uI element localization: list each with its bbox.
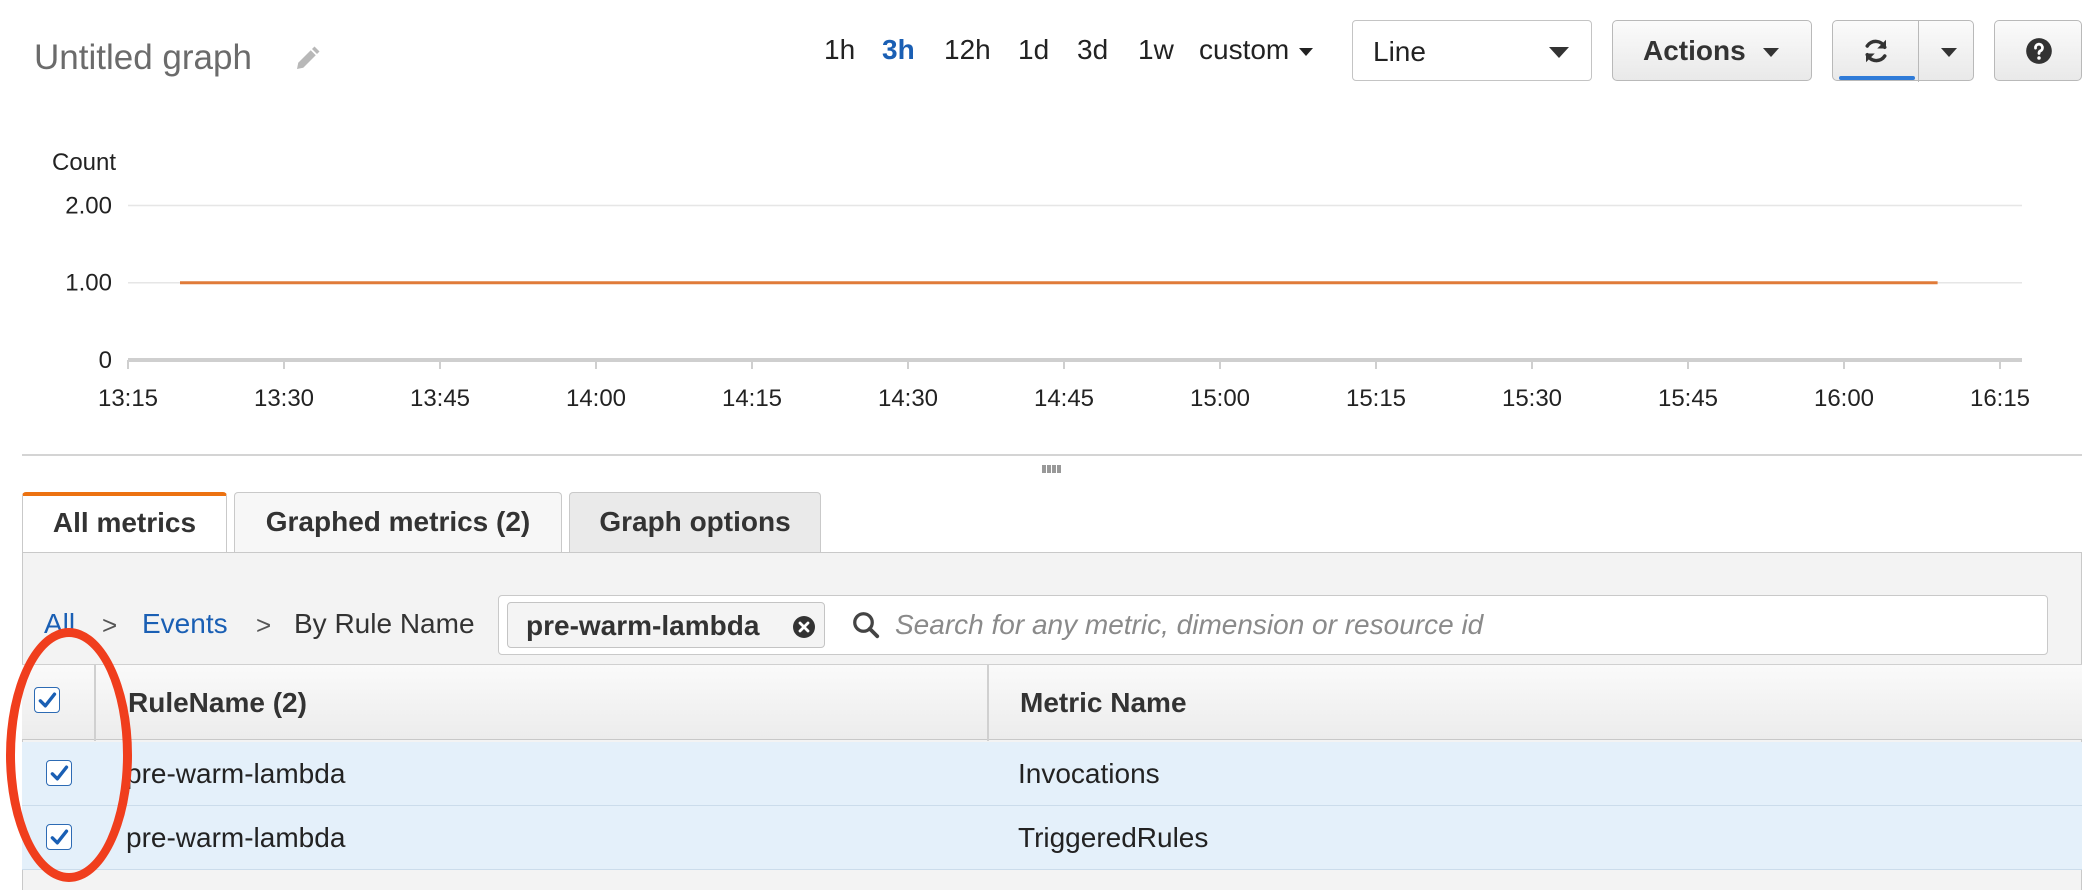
panel-splitter[interactable] — [22, 454, 2082, 456]
range-1h[interactable]: 1h — [824, 34, 855, 66]
check-icon — [50, 765, 69, 781]
pencil-icon[interactable] — [292, 44, 322, 74]
breadcrumb-current: By Rule Name — [294, 608, 475, 639]
range-3d[interactable]: 3d — [1077, 34, 1108, 66]
x-tick-label: 13:15 — [98, 385, 158, 412]
check-icon — [38, 692, 57, 708]
select-all-checkbox[interactable] — [34, 687, 60, 713]
range-custom-label: custom — [1199, 34, 1290, 65]
y-tick-label: 1.00 — [65, 270, 112, 297]
help-button[interactable] — [1994, 20, 2082, 81]
close-circle-icon[interactable] — [792, 615, 816, 639]
chevron-down-icon — [1549, 47, 1569, 58]
search-bar: pre-warm-lambda — [498, 595, 2048, 655]
column-divider[interactable] — [987, 665, 989, 741]
help-icon — [2026, 38, 2052, 64]
x-tick-label: 13:45 — [410, 385, 470, 412]
column-header-rulename[interactable]: RuleName (2) — [128, 687, 307, 719]
refresh-icon — [1865, 39, 1887, 63]
x-tick-label: 13:30 — [254, 385, 314, 412]
actions-label: Actions — [1643, 35, 1746, 66]
x-tick-label: 15:15 — [1346, 385, 1406, 412]
graph-title[interactable]: Untitled graph — [34, 38, 252, 78]
search-input[interactable] — [893, 602, 2037, 648]
filter-token[interactable]: pre-warm-lambda — [507, 602, 825, 648]
range-3h[interactable]: 3h — [882, 34, 915, 66]
table-row[interactable]: pre-warm-lambda TriggeredRules — [22, 806, 2082, 870]
graph-type-value: Line — [1373, 36, 1426, 67]
check-icon — [50, 829, 69, 845]
x-tick-label: 14:30 — [878, 385, 938, 412]
y-axis-label: Count — [52, 149, 116, 176]
tab-graph-options[interactable]: Graph options — [569, 492, 821, 552]
actions-button[interactable]: Actions — [1612, 20, 1812, 81]
refresh-button[interactable] — [1833, 21, 1919, 82]
search-icon — [853, 612, 880, 639]
x-tick-label: 14:00 — [566, 385, 626, 412]
y-tick-label: 2.00 — [65, 192, 112, 219]
table-header: RuleName (2) Metric Name — [22, 664, 2082, 741]
x-tick-label: 15:45 — [1658, 385, 1718, 412]
refresh-button-group — [1832, 20, 1974, 82]
chevron-down-icon — [1763, 48, 1779, 57]
metrics-line-chart[interactable]: Count 0 1.00 2.00 13:15 13:30 13:45 14:00 14:15… — [0, 140, 2092, 430]
chevron-down-icon — [1299, 47, 1314, 56]
column-divider[interactable] — [94, 665, 96, 741]
range-1w[interactable]: 1w — [1138, 34, 1174, 66]
tab-all-metrics[interactable]: All metrics — [22, 492, 227, 552]
drag-handle-icon[interactable] — [1042, 465, 1062, 473]
range-12h[interactable]: 12h — [944, 34, 991, 66]
row-checkbox[interactable] — [46, 824, 72, 850]
breadcrumb-all[interactable]: All — [44, 608, 75, 640]
x-tick-label: 15:00 — [1190, 385, 1250, 412]
column-header-metric-name[interactable]: Metric Name — [1020, 687, 1187, 719]
tab-graphed-metrics[interactable]: Graphed metrics (2) — [234, 492, 562, 552]
breadcrumb-separator: > — [256, 610, 272, 640]
breadcrumb-separator: > — [102, 610, 118, 640]
rule-name-cell: pre-warm-lambda — [126, 822, 346, 853]
metric-name-cell: Invocations — [1018, 758, 1160, 789]
metric-name-cell: TriggeredRules — [1018, 822, 1209, 853]
x-tick-label: 15:30 — [1502, 385, 1562, 412]
x-tick-label: 14:15 — [722, 385, 782, 412]
graph-type-select[interactable]: Line — [1352, 20, 1592, 81]
y-tick-label: 0 — [99, 347, 112, 374]
range-1d[interactable]: 1d — [1018, 34, 1049, 66]
range-custom[interactable]: custom — [1199, 34, 1314, 66]
filter-token-label: pre-warm-lambda — [526, 610, 760, 641]
x-tick-label: 16:15 — [1970, 385, 2030, 412]
x-tick-label: 16:00 — [1814, 385, 1874, 412]
refresh-options-chevron-icon[interactable] — [1941, 48, 1957, 57]
rule-name-cell: pre-warm-lambda — [126, 758, 346, 789]
breadcrumb-events[interactable]: Events — [142, 608, 228, 640]
refresh-progress-bar — [1839, 76, 1915, 80]
table-row[interactable]: pre-warm-lambda Invocations — [22, 742, 2082, 806]
x-tick-label: 14:45 — [1034, 385, 1094, 412]
row-checkbox[interactable] — [46, 760, 72, 786]
